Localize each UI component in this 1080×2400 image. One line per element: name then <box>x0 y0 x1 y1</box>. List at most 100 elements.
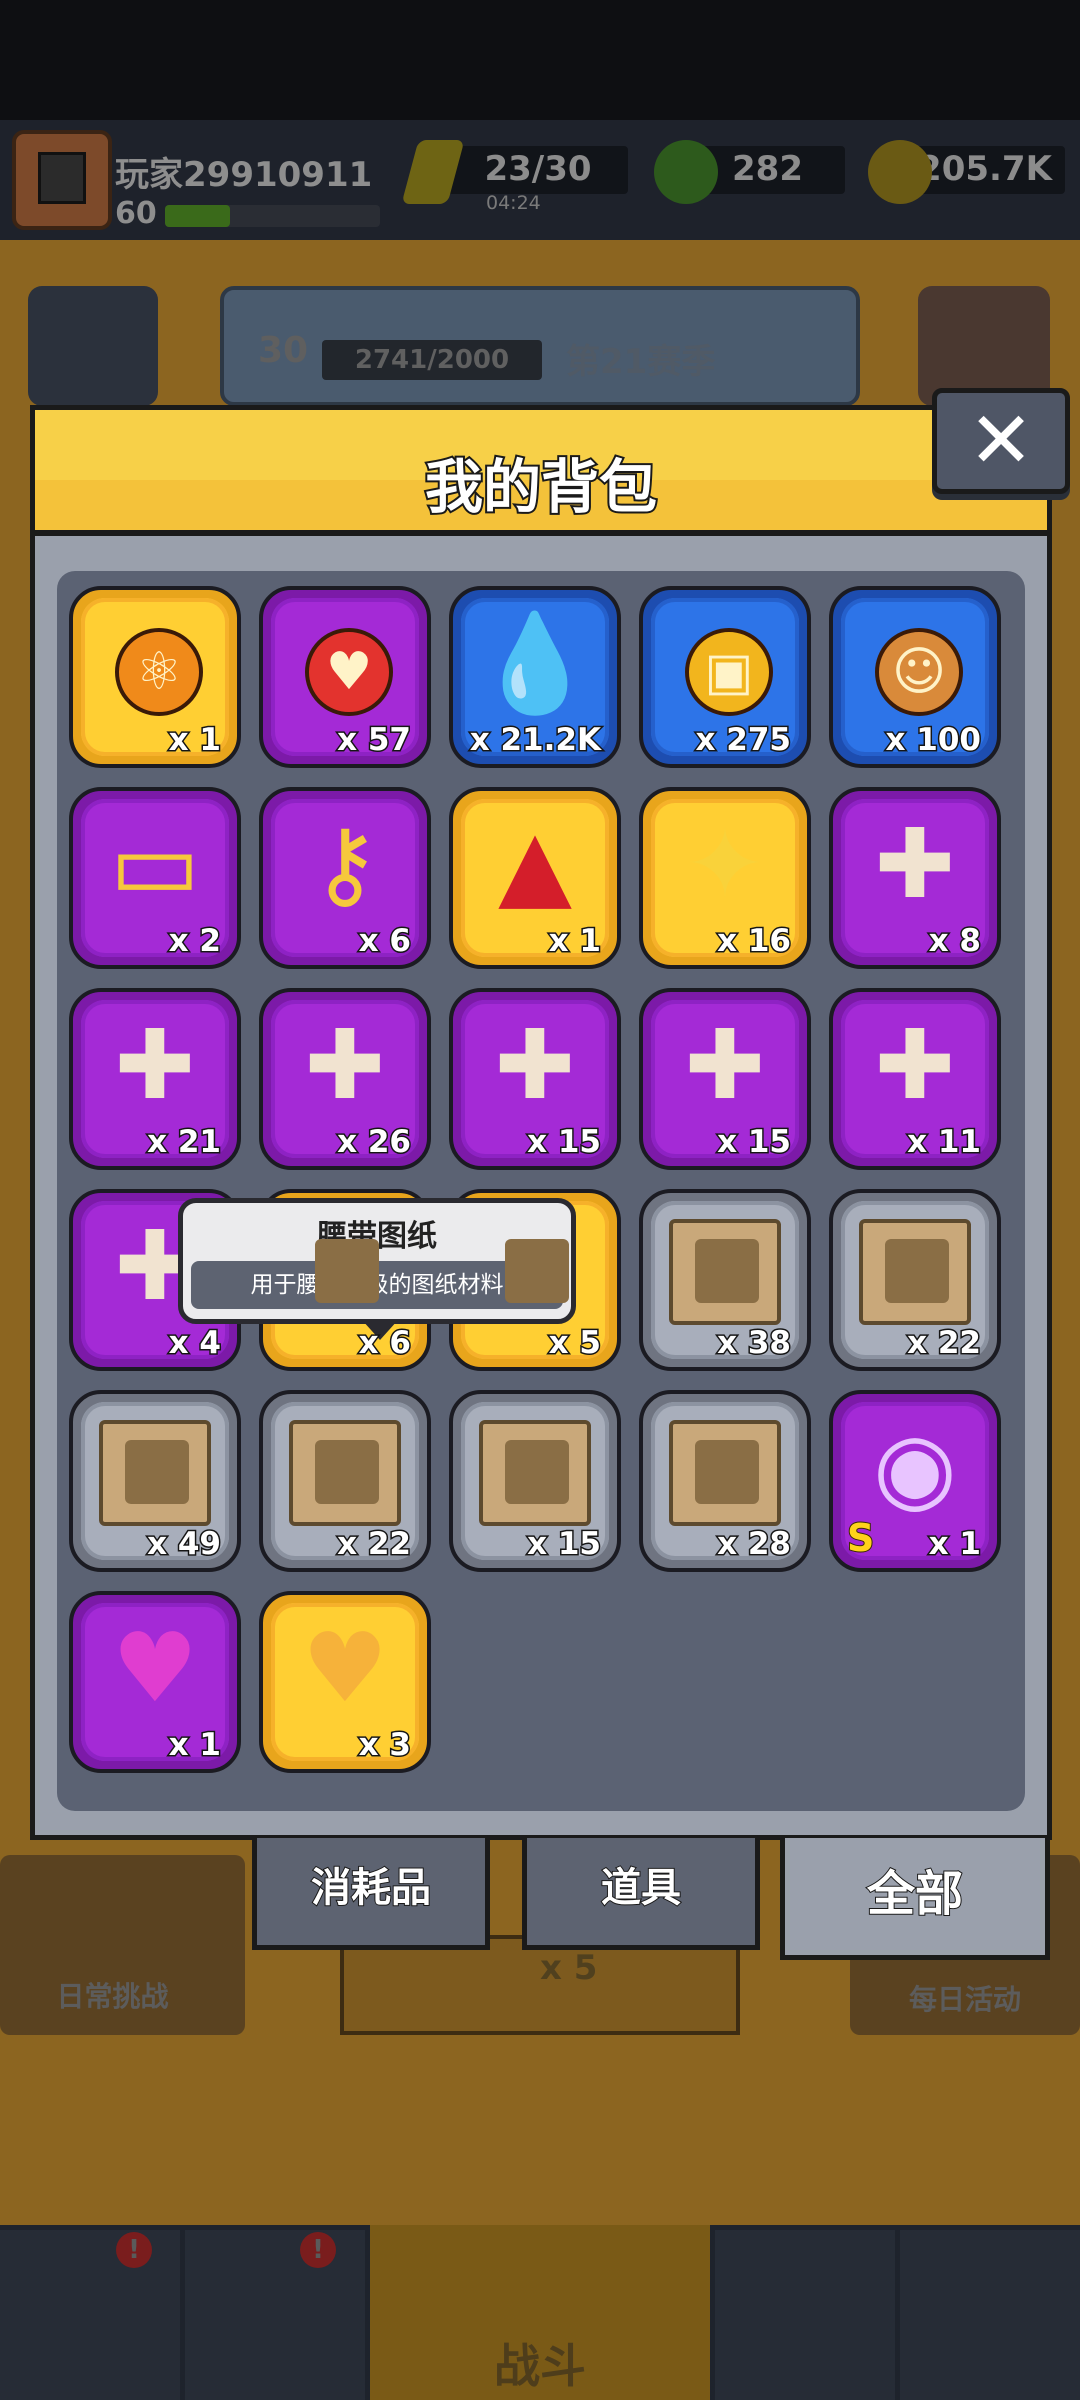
item-count: x 49 <box>146 1525 223 1564</box>
icon-glyph: ▣ <box>704 642 754 702</box>
season-level: 30 <box>258 330 309 371</box>
hero-puzzle-piece-icon: ✚ <box>684 1009 766 1121</box>
item-count: x 16 <box>716 922 793 961</box>
item-count: x 38 <box>716 1324 793 1363</box>
season-name: 第21赛季 <box>566 342 716 382</box>
item-count: x 275 <box>694 721 792 760</box>
inventory-slot[interactable]: ☺ x 100 <box>829 586 1001 768</box>
inventory-slot[interactable]: ▭ x 2 <box>69 787 241 969</box>
game-screen: 玩家29910911 60 23/30 04:24 282 205.7K 30 … <box>0 0 1080 2400</box>
grade-badge: S <box>846 1515 875 1561</box>
inventory-slot[interactable]: ✚ x 15 <box>639 988 811 1170</box>
season-progress-bar: 2741/2000 <box>322 340 542 380</box>
nav-evolve[interactable] <box>900 2230 1080 2400</box>
tab-props[interactable]: 道具 <box>522 1838 760 1950</box>
close-icon: ✕ <box>968 396 1034 486</box>
inventory-slot[interactable]: 💧 x 21.2K <box>449 586 621 768</box>
energy-timer: 04:24 <box>486 192 541 214</box>
item-count: x 15 <box>526 1123 603 1162</box>
nav-equipment[interactable] <box>185 2230 365 2400</box>
hero-puzzle-piece-icon: ✚ <box>874 808 956 920</box>
golden-drop-icon: 💧 <box>475 607 595 719</box>
daily-event-label: 每日活动 <box>908 1983 1021 2016</box>
necklace-blueprint-icon <box>125 1440 189 1504</box>
item-count: x 1 <box>167 721 222 760</box>
item-count: x 2 <box>167 922 222 961</box>
tab-props-label: 道具 <box>600 1864 682 1912</box>
icon-glyph: ☺ <box>891 642 947 702</box>
gold-cube-coin-icon: ▣ <box>685 628 773 716</box>
item-grid: ⚛ x 1 ♥ x 57 💧 x 21.2K ▣ x 275 ☺ x 100 ▭ x 2 ⚷ x 6 ▲ x … <box>57 571 1025 1811</box>
inventory-slot[interactable]: ▲ x 1 <box>449 787 621 969</box>
nav-shop[interactable] <box>0 2230 180 2400</box>
item-count: x 5 <box>547 1324 602 1363</box>
gold-star-icon: ✦ <box>684 808 766 920</box>
inventory-slot[interactable]: ♥ x 1 <box>69 1591 241 1773</box>
inventory-slot[interactable]: ⚛ x 1 <box>69 586 241 768</box>
purple-heart-chest-icon: ♥ <box>111 1612 199 1724</box>
green-gem-add-icon[interactable] <box>654 140 718 204</box>
player-level: 60 <box>115 196 157 231</box>
inventory-slot[interactable]: ✚ x 8 <box>829 787 1001 969</box>
hero-puzzle-piece-icon: ✚ <box>494 1009 576 1121</box>
coin-add-icon[interactable] <box>868 140 932 204</box>
tab-all[interactable]: 全部 <box>780 1838 1050 1960</box>
armor-blueprint-icon <box>885 1239 949 1303</box>
tab-consumables-label: 消耗品 <box>310 1864 432 1912</box>
gem-key-icon: ⚷ <box>309 808 381 920</box>
inventory-slot[interactable]: ⚷ x 6 <box>259 787 431 969</box>
menu-button[interactable] <box>28 286 158 406</box>
nav-battle-label: 战斗 <box>494 2339 586 2393</box>
heart-orb-icon: ♥ <box>305 628 393 716</box>
red-triangle-gem-icon: ▲ <box>498 808 572 920</box>
backpack-modal: 我的背包 ⚛ x 1 ♥ x 57 💧 x 21.2K ▣ x 275 ☺ x 100 ▭ x 2 ⚷ x… <box>30 405 1052 1840</box>
daily-challenge-label: 日常挑战 <box>56 1980 169 2013</box>
inventory-slot[interactable]: ◉ Sx 1 <box>829 1390 1001 1572</box>
xp-bar <box>165 205 380 227</box>
item-count: x 21.2K <box>468 721 602 760</box>
inventory-slot[interactable]: ✦ x 16 <box>639 787 811 969</box>
energy-counter[interactable]: 23/30 <box>448 146 628 194</box>
item-count: x 15 <box>716 1123 793 1162</box>
inventory-slot[interactable]: x 22 <box>829 1189 1001 1371</box>
inventory-slot[interactable]: ♥ x 57 <box>259 586 431 768</box>
belt-blueprint-icon <box>315 1239 379 1303</box>
boots-blueprint-icon <box>695 1440 759 1504</box>
nav-talent[interactable] <box>715 2230 895 2400</box>
s-grade-chest-icon: ◉ <box>873 1411 957 1523</box>
tab-consumables[interactable]: 消耗品 <box>252 1838 490 1950</box>
modal-title: 我的背包 <box>423 451 659 523</box>
notification-badge: ! <box>300 2232 336 2268</box>
item-count: x 3 <box>357 1726 412 1765</box>
modal-body: ⚛ x 1 ♥ x 57 💧 x 21.2K ▣ x 275 ☺ x 100 ▭ x 2 ⚷ x 6 ▲ x … <box>30 530 1052 1840</box>
belt-blueprint-icon <box>315 1440 379 1504</box>
inventory-slot[interactable]: ✚ x 15 <box>449 988 621 1170</box>
item-count: x 21 <box>146 1123 223 1162</box>
close-button[interactable]: ✕ <box>932 388 1070 494</box>
item-count: x 22 <box>906 1324 983 1363</box>
orange-rune-orb-icon: ⚛ <box>115 628 203 716</box>
inventory-slot[interactable]: ✚ x 21 <box>69 988 241 1170</box>
inventory-slot[interactable]: x 49 <box>69 1390 241 1572</box>
inventory-slot[interactable]: ✚ x 11 <box>829 988 1001 1170</box>
item-count: x 28 <box>716 1525 793 1564</box>
item-count: x 11 <box>906 1123 983 1162</box>
inventory-slot[interactable]: ♥ x 3 <box>259 1591 431 1773</box>
hero-puzzle-piece-icon: ✚ <box>874 1009 956 1121</box>
weapon-blueprint-icon <box>695 1239 759 1303</box>
inventory-slot[interactable]: ▣ x 275 <box>639 586 811 768</box>
inventory-slot[interactable]: x 28 <box>639 1390 811 1572</box>
xp-bar-fill <box>165 205 230 227</box>
hero-puzzle-piece-icon: ✚ <box>304 1009 386 1121</box>
item-count: x 15 <box>526 1525 603 1564</box>
item-count: x 6 <box>357 922 412 961</box>
item-count: x 100 <box>884 721 982 760</box>
inventory-slot[interactable]: x 15 <box>449 1390 621 1572</box>
inventory-slot[interactable]: ✚ x 26 <box>259 988 431 1170</box>
inventory-slot[interactable]: x 22 <box>259 1390 431 1572</box>
gold-heart-chest-icon: ♥ <box>301 1612 389 1724</box>
inventory-slot[interactable]: x 38 <box>639 1189 811 1371</box>
player-avatar[interactable] <box>12 130 112 230</box>
dog-cookie-icon: ☺ <box>875 628 963 716</box>
icon-glyph: ⚛ <box>135 642 183 702</box>
